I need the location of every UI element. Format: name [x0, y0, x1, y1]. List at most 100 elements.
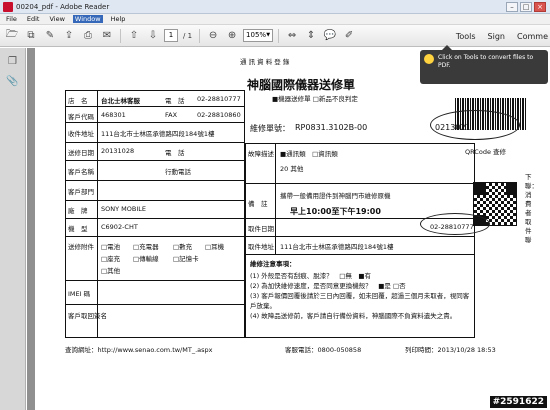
share-icon[interactable]: ⇪ [61, 28, 77, 44]
fault-label: 故障描述 [248, 150, 274, 158]
brand-label: 廠 牌 [68, 207, 88, 215]
title-bar: 00204_pdf - Adobe Reader – □ × [0, 0, 550, 14]
store-label: 店 名 [68, 97, 88, 105]
table-line [245, 183, 475, 184]
qr-label: QRCode 查修 [465, 148, 507, 156]
create-pdf-icon[interactable]: ⧉ [23, 28, 39, 44]
brand-value: SONY MOBILE [101, 205, 146, 213]
customer-label: 客戶名稱 [68, 168, 94, 176]
note-2: (2) 為加快維修速度，是否同意更換機殼？ ■是 □否 [250, 282, 406, 290]
fault-code: 20 其他 [280, 165, 304, 173]
repair-no-label: 維修單號： [250, 124, 290, 133]
repair-no: RP0831.3102B-00 [295, 123, 368, 132]
model-label: 機 型 [68, 225, 88, 233]
footer-print-time: 列印時間：2013/10/28 18:53 [405, 346, 496, 354]
comment-button[interactable]: Comme [517, 32, 548, 41]
footer-service: 客服電話：0800-050858 [285, 346, 362, 354]
addr-label: 收件地址 [68, 130, 94, 138]
adobe-reader-icon [3, 1, 13, 12]
menu-window[interactable]: Window [72, 15, 103, 23]
table-line [65, 106, 245, 107]
remark-label: 備 註 [248, 200, 268, 208]
store-code-value: 468301 [101, 111, 126, 119]
window-controls: – □ × [506, 1, 546, 12]
zoom-out-icon[interactable]: ⊖ [205, 28, 221, 44]
minimize-button[interactable]: – [506, 1, 518, 12]
open-icon[interactable]: 🗁 [4, 28, 20, 44]
pickup-label: 取件日期 [248, 225, 274, 233]
accessory-cradle: □座充 [101, 255, 121, 263]
sign-button[interactable]: Sign [488, 32, 505, 41]
company-title: 神腦國際儀器送修單 [247, 78, 356, 92]
table-line [65, 180, 245, 181]
accessory-data-charger: □數充 [173, 243, 193, 251]
page-number-input[interactable]: 1 [164, 29, 178, 42]
highlight-icon[interactable]: ✐ [341, 28, 357, 44]
zoom-in-icon[interactable]: ⊕ [224, 28, 240, 44]
menu-help[interactable]: Help [109, 15, 128, 23]
page-total: / 1 [183, 31, 193, 40]
table-line [65, 160, 245, 161]
comment-bubble-icon[interactable]: 💬 [322, 28, 338, 44]
print-icon[interactable]: ⎙ [80, 28, 96, 44]
navigation-pane: ❐ 📎 [0, 48, 26, 410]
previous-page-icon[interactable]: ⇧ [126, 28, 142, 44]
menu-view[interactable]: View [47, 15, 66, 23]
accessory-charger: □充電器 [133, 243, 159, 251]
pickup-hours: 早上10:00至下午19:00 [290, 207, 381, 216]
close-button[interactable]: × [534, 1, 546, 12]
table-line [65, 236, 245, 237]
edit-icon[interactable]: ✎ [42, 28, 58, 44]
header-small-text: 通 訊 資 料 登 錄 [240, 58, 290, 66]
tel-label: 電 話 [165, 97, 185, 105]
table-line [97, 90, 98, 338]
fit-page-icon[interactable]: ⇔ [284, 28, 300, 44]
tools-button[interactable]: Tools [456, 32, 476, 41]
fit-width-icon[interactable]: ⇕ [303, 28, 319, 44]
table-line [65, 218, 245, 219]
handwritten-circle [430, 110, 520, 140]
email-icon[interactable]: ✉ [99, 28, 115, 44]
remark-text: 攜帶一般備用證件到神腦門市維修原機 [280, 192, 391, 200]
accessory-memory-card: □記憶卡 [173, 255, 199, 263]
pickup-addr: 111台北市士林區承德路四段184號1樓 [280, 243, 394, 251]
store-code-label: 客戶代碼 [68, 113, 94, 121]
date-value: 20131028 [101, 147, 135, 155]
table-line [65, 200, 245, 201]
table-line [65, 304, 245, 305]
maximize-button[interactable]: □ [520, 1, 532, 12]
menu-edit[interactable]: Edit [25, 15, 42, 23]
attachments-icon[interactable]: 📎 [6, 74, 20, 88]
tooltip-text: Click on Tools to convert files to PDF. [438, 54, 534, 69]
imei-label: IMEI 碼 [68, 290, 91, 298]
fax-label: FAX [165, 111, 178, 119]
table-line [65, 122, 245, 123]
addr-value: 111台北市士林區承德路四段184號1樓 [101, 130, 215, 138]
menu-bar: File Edit View Window Help [0, 14, 550, 25]
watermark: #2591622 [489, 396, 547, 408]
accessory-battery: □電池 [101, 243, 121, 251]
table-line [275, 143, 276, 254]
note-1: (1) 外殼是否有刮痕、脫漆？ □無 ■有 [250, 272, 372, 280]
form-options: ■機器送修單 □新品不良判定 [272, 95, 358, 103]
page-thumbnails-icon[interactable]: ❐ [6, 54, 20, 68]
pdf-page: 通 訊 資 料 登 錄 神腦國際儀器送修單 ■機器送修單 □新品不良判定 維修單… [35, 48, 550, 410]
document-area[interactable]: 通 訊 資 料 登 錄 神腦國際儀器送修單 ■機器送修單 □新品不良判定 維修單… [27, 48, 550, 410]
date-label: 送修日期 [68, 149, 94, 157]
note-3: (3) 客戶報價回覆後請於三日內回覆，如未回覆，超過三個月未取者，視同客戶放棄。 [250, 292, 470, 310]
table-line [65, 142, 245, 143]
tools-tooltip: Click on Tools to convert files to PDF. [420, 45, 548, 84]
phone-label: 電 話 [165, 149, 185, 157]
zoom-select[interactable]: 105% ▼ [243, 29, 274, 42]
table-line [245, 236, 475, 237]
tooltip-arrow [442, 45, 452, 50]
menu-file[interactable]: File [4, 15, 19, 23]
toolbar-divider [120, 28, 121, 43]
customer-dept-label: 客戶部門 [68, 188, 94, 196]
note-4: (4) 故障品送修前，客戶請自行備份資料，神腦國際不負資料遺失之責。 [250, 312, 457, 320]
next-page-icon[interactable]: ⇩ [145, 28, 161, 44]
tel-value: 02-28810777 [197, 95, 241, 103]
chevron-down-icon: ▼ [266, 32, 271, 38]
table-line [245, 254, 475, 255]
table-line [65, 280, 245, 281]
